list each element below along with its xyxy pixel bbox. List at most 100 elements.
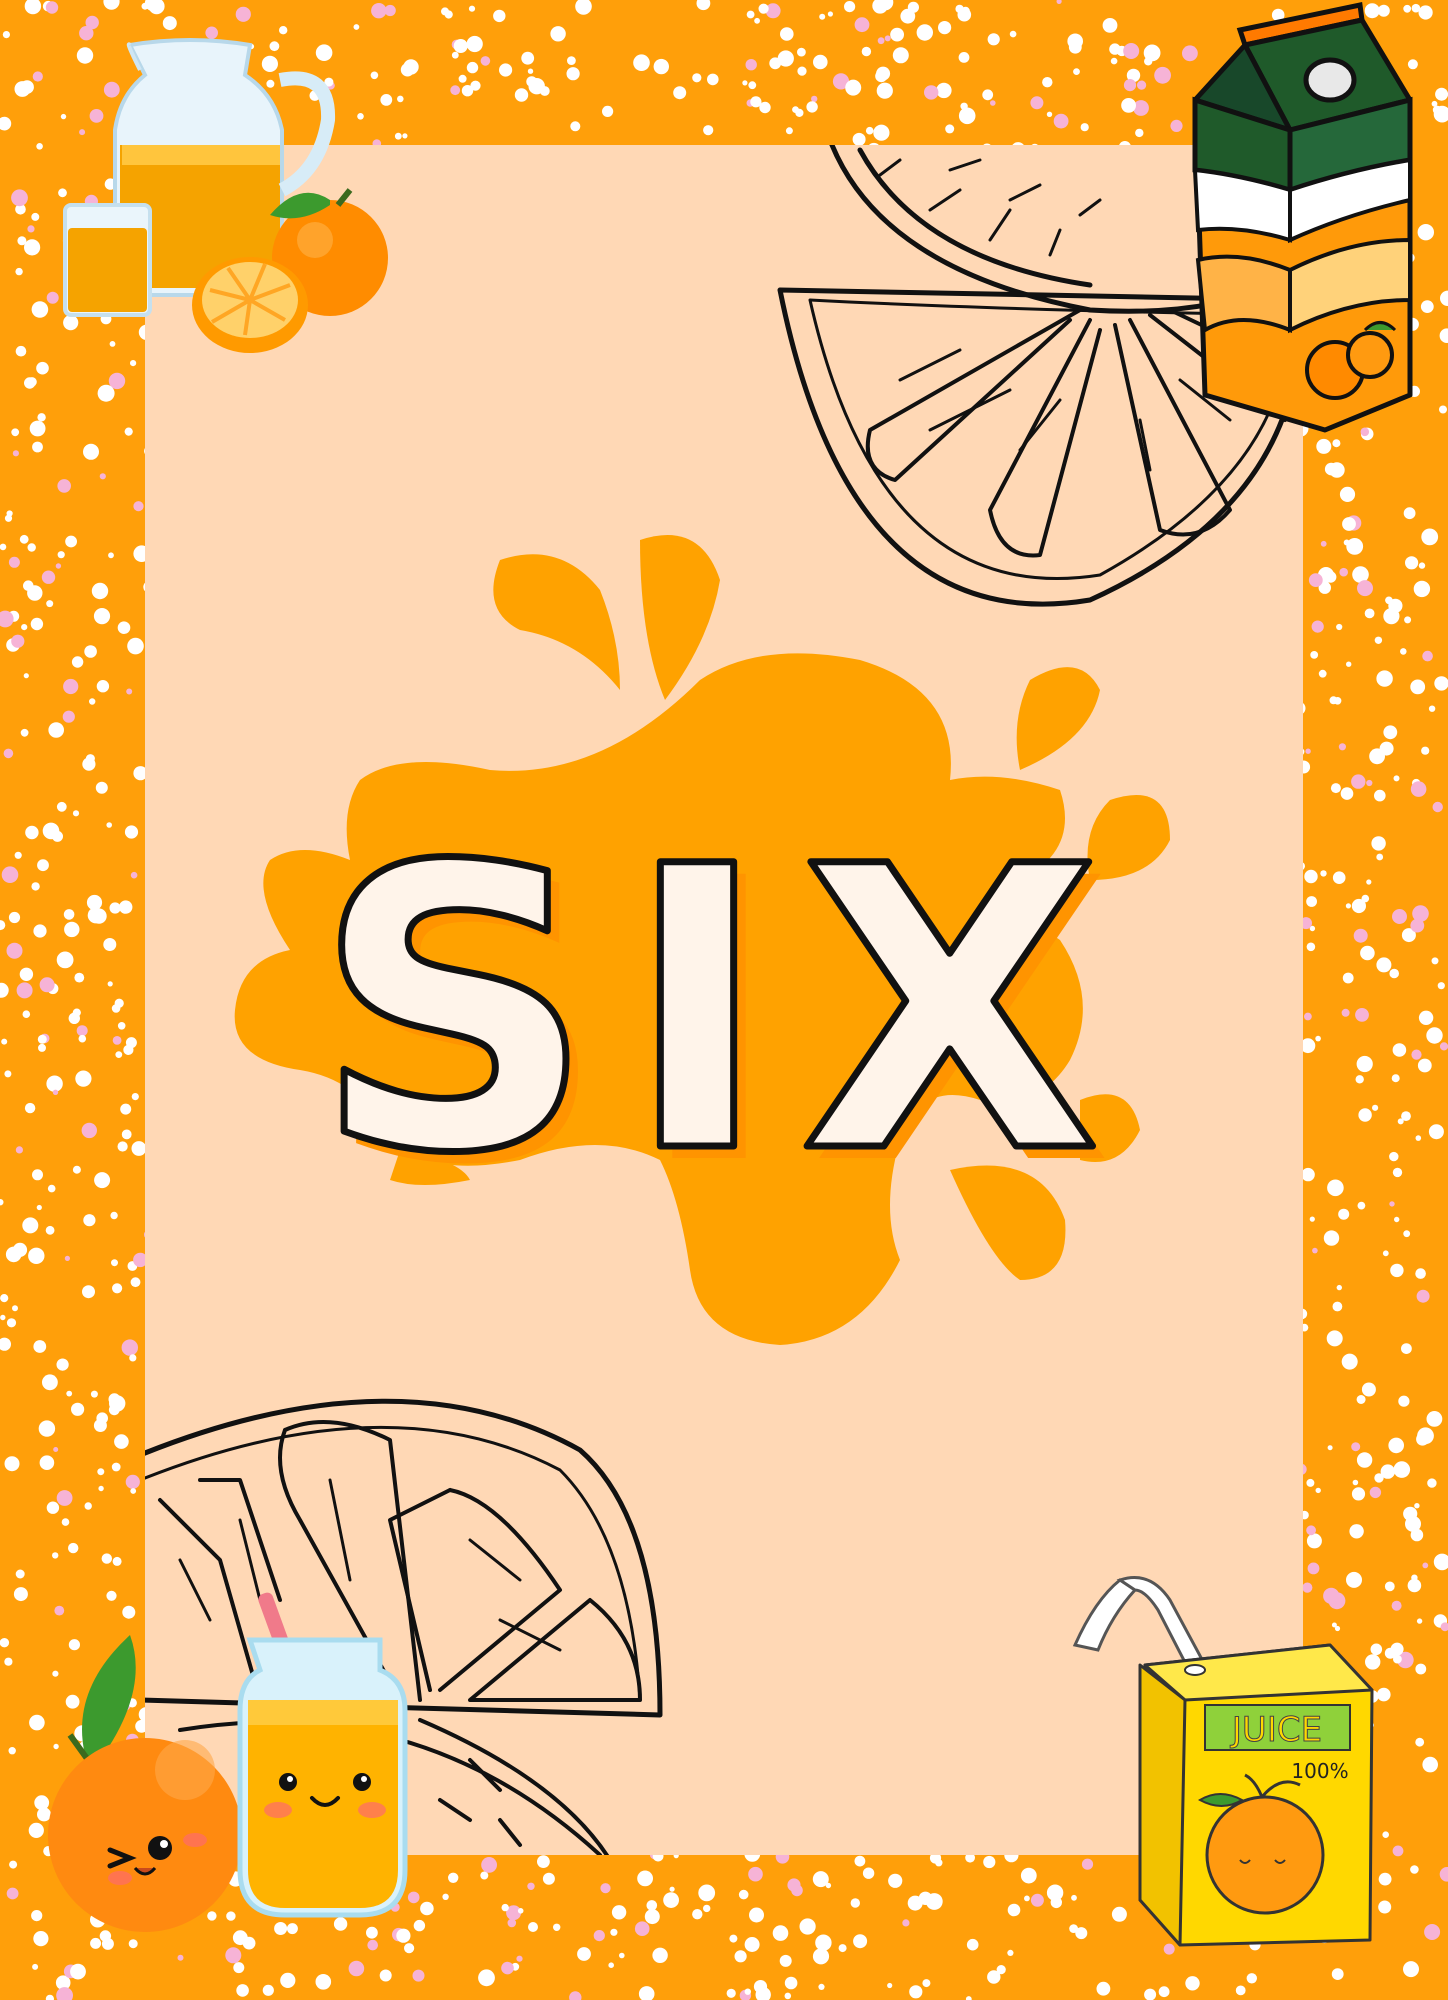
confetti-dot [30, 617, 44, 631]
confetti-dot [24, 1102, 36, 1114]
confetti-dot [780, 27, 794, 41]
confetti-dot [1318, 669, 1327, 678]
confetti-dot [887, 1982, 893, 1989]
confetti-dot [114, 1434, 129, 1449]
confetti-dot [1415, 1268, 1426, 1279]
confetti-dot [1306, 942, 1316, 952]
confetti-dot [517, 1908, 524, 1914]
confetti-dot [966, 1938, 979, 1951]
confetti-dot [1403, 1961, 1419, 1978]
confetti-dot [78, 1034, 87, 1043]
confetti-dot [94, 1172, 111, 1189]
confetti-dot [514, 88, 529, 102]
confetti-dot [1439, 1042, 1448, 1051]
confetti-dot [777, 50, 794, 67]
confetti-dot [758, 3, 769, 14]
confetti-dot [36, 361, 49, 375]
confetti-dot [1403, 507, 1416, 520]
confetti-dot [785, 127, 793, 135]
confetti-dot [128, 1939, 138, 1949]
confetti-dot [1302, 1582, 1313, 1593]
confetti-dot [396, 1928, 411, 1943]
confetti-dot [61, 1518, 70, 1526]
confetti-dot [1411, 3, 1421, 13]
confetti-dot [1418, 5, 1433, 20]
confetti-dot [55, 563, 62, 569]
confetti-dot [1323, 1230, 1340, 1246]
confetti-dot [82, 1285, 95, 1299]
confetti-dot [84, 1502, 92, 1510]
confetti-dot [333, 1917, 348, 1931]
confetti-dot [1338, 743, 1346, 751]
confetti-dot [72, 810, 80, 817]
confetti-dot [1424, 1924, 1441, 1940]
confetti-dot [1389, 1201, 1395, 1207]
confetti-dot [1312, 1247, 1318, 1254]
confetti-dot [235, 6, 251, 22]
confetti-dot [707, 73, 719, 86]
confetti-dot [1341, 1008, 1350, 1017]
confetti-dot [749, 1907, 764, 1923]
confetti-dot [1068, 40, 1082, 54]
confetti-dot [521, 51, 535, 65]
confetti-dot [1123, 43, 1140, 59]
confetti-dot [1369, 748, 1385, 765]
confetti-dot [9, 1860, 18, 1869]
confetti-dot [32, 1963, 39, 1970]
confetti-dot [367, 1939, 379, 1951]
confetti-dot [1407, 59, 1418, 70]
confetti-dot [787, 1878, 801, 1892]
confetti-dot [1393, 775, 1400, 782]
confetti-dot [1431, 100, 1438, 107]
confetti-dot [945, 124, 955, 134]
confetti-dot [1366, 779, 1373, 787]
confetti-dot [4, 514, 13, 522]
confetti-dot [451, 51, 459, 59]
confetti-dot [89, 109, 104, 123]
confetti-dot [1326, 1330, 1343, 1347]
confetti-dot [52, 1670, 59, 1677]
confetti-dot [1418, 1010, 1434, 1025]
confetti-dot [20, 728, 29, 737]
confetti-dot [1376, 957, 1392, 973]
confetti-dot [537, 1855, 550, 1868]
confetti-dot [1355, 1008, 1369, 1022]
kawaii-juice-jar-icon [237, 1592, 408, 1918]
confetti-dot [1415, 1737, 1425, 1747]
confetti-dot [16, 982, 33, 999]
confetti-dot [1007, 1949, 1014, 1956]
confetti-dot [1412, 905, 1429, 922]
confetti-dot [1392, 1043, 1407, 1057]
confetti-dot [922, 1979, 931, 1988]
confetti-dot [1332, 439, 1341, 448]
confetti-dot [1306, 1478, 1315, 1487]
confetti-dot [41, 570, 56, 584]
confetti-dot [1235, 1985, 1246, 1996]
confetti-dot [813, 54, 828, 70]
confetti-dot [602, 105, 614, 117]
confetti-dot [90, 1937, 102, 1949]
confetti-dot [1403, 4, 1412, 13]
confetti-dot [1403, 1230, 1411, 1238]
confetti-dot [853, 1934, 868, 1949]
confetti-dot [1081, 1858, 1094, 1870]
confetti-dot [819, 13, 826, 20]
confetti-dot [56, 951, 74, 969]
confetti-dot [63, 678, 79, 695]
confetti-dot [1342, 517, 1356, 531]
confetti-dot [57, 479, 71, 493]
confetti-dot [1416, 1618, 1423, 1624]
confetti-dot [1075, 1927, 1088, 1940]
confetti-dot [1020, 1867, 1037, 1884]
confetti-dot [130, 360, 137, 367]
confetti-dot [1405, 556, 1419, 570]
confetti-dot [32, 441, 43, 453]
confetti-dot [71, 656, 84, 668]
confetti-dot [1123, 79, 1137, 92]
confetti-dot [103, 938, 117, 951]
confetti-dot [1325, 571, 1337, 583]
confetti-dot [1374, 636, 1383, 644]
confetti-dot [644, 1909, 660, 1925]
confetti-dot [1411, 1574, 1418, 1581]
confetti-dot [900, 8, 916, 24]
